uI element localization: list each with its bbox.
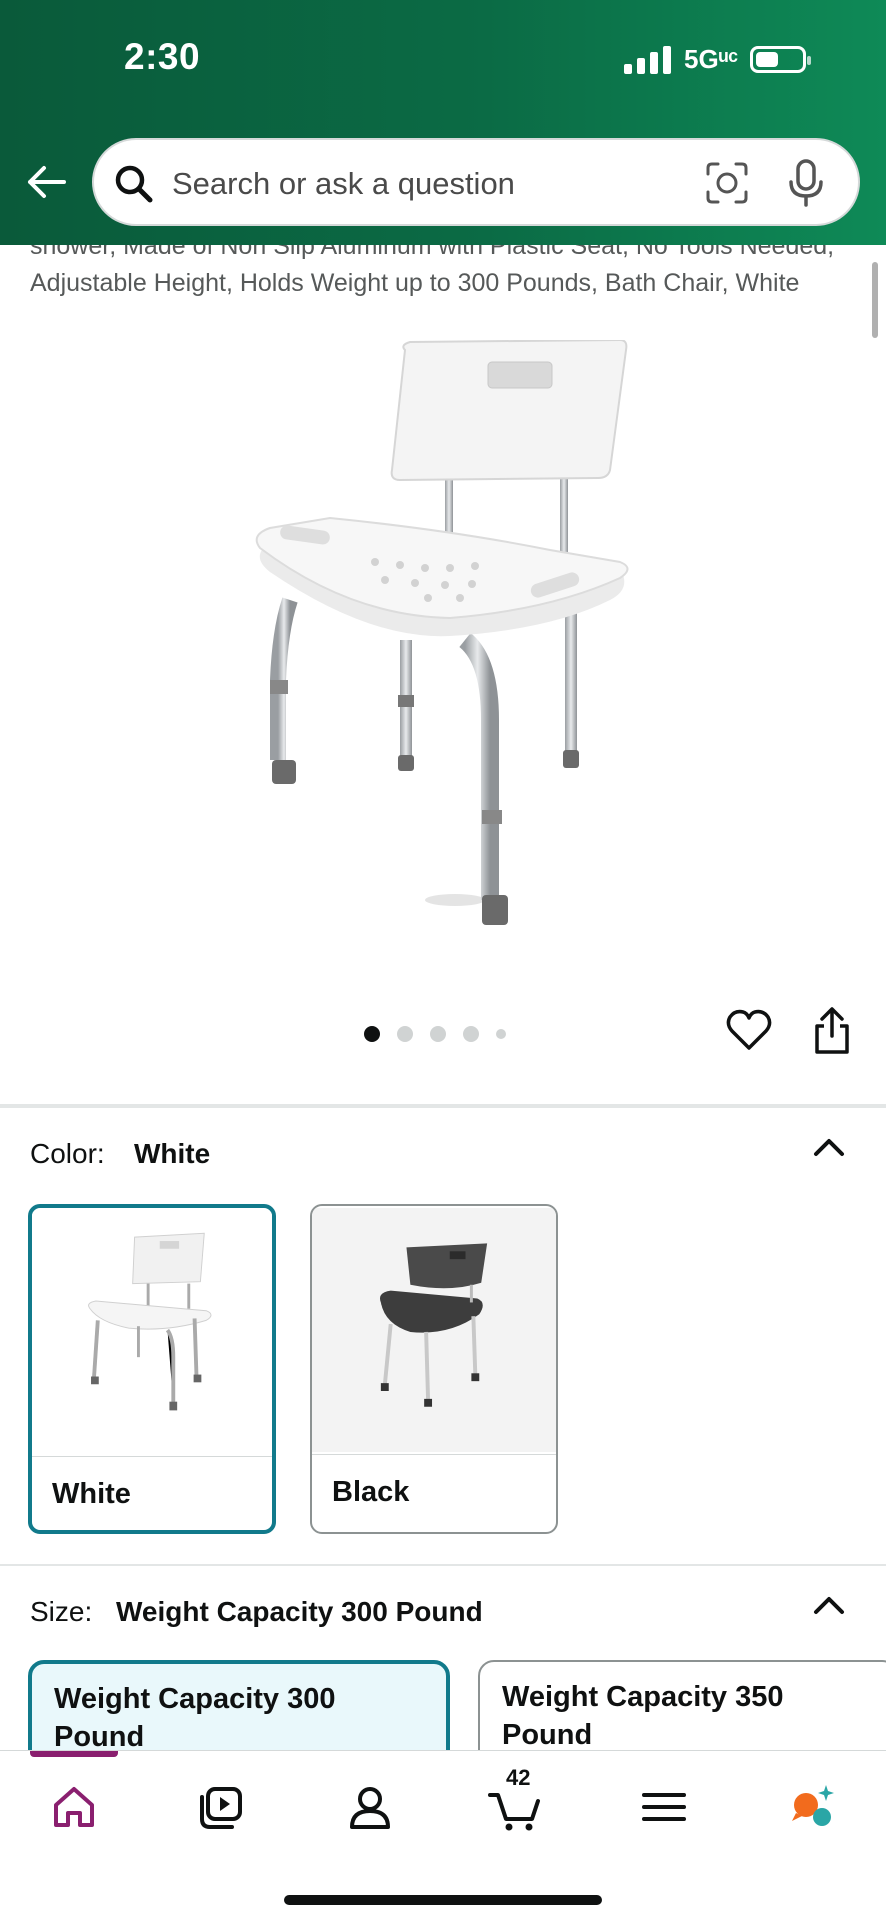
pagination-dot[interactable] xyxy=(496,1029,506,1039)
bottom-nav: 42 xyxy=(0,1750,886,1920)
swatch-separator xyxy=(312,1454,556,1455)
chevron-up-icon[interactable] xyxy=(812,1594,846,1616)
section-divider xyxy=(0,1104,886,1108)
status-time: 2:30 xyxy=(124,36,201,77)
share-icon[interactable] xyxy=(812,1006,852,1056)
pagination-dot[interactable] xyxy=(364,1026,380,1042)
network-label: 5Gᵘᶜ xyxy=(684,44,739,74)
home-indicator xyxy=(284,1895,602,1905)
pagination-dot[interactable] xyxy=(430,1026,446,1042)
swatch-label-black: Black xyxy=(332,1476,410,1508)
product-page: 2:30 5Gᵘᶜ Search or ask a question showe… xyxy=(0,0,886,1920)
swatch-label-white: White xyxy=(52,1478,131,1510)
camera-lens-icon[interactable] xyxy=(704,160,750,206)
product-image[interactable] xyxy=(250,340,640,950)
color-selected-value: White xyxy=(134,1138,211,1169)
pagination-dot[interactable] xyxy=(463,1026,479,1042)
image-pagination[interactable] xyxy=(364,1024,506,1044)
color-label: Color: xyxy=(30,1138,105,1169)
size-option-label: Weight Capacity 350 Pound xyxy=(502,1681,784,1751)
pagination-dot[interactable] xyxy=(397,1026,413,1042)
search-input[interactable]: Search or ask a question xyxy=(172,166,515,202)
microphone-icon[interactable] xyxy=(786,158,826,208)
size-option-label: Weight Capacity 300 Pound xyxy=(54,1683,336,1753)
app-header: 2:30 5Gᵘᶜ Search or ask a question xyxy=(0,0,886,245)
signal-icon xyxy=(624,46,672,74)
swatch-image-black xyxy=(312,1208,556,1452)
rufus-icon[interactable] xyxy=(782,1777,842,1837)
size-label: Size: xyxy=(30,1596,93,1627)
search-bar[interactable]: Search or ask a question xyxy=(92,138,860,226)
video-icon[interactable] xyxy=(192,1777,252,1837)
active-tab-indicator xyxy=(30,1751,118,1757)
size-selected-value: Weight Capacity 300 Pound xyxy=(116,1596,483,1627)
scroll-indicator xyxy=(872,262,878,338)
account-icon[interactable] xyxy=(340,1777,400,1837)
section-divider xyxy=(0,1564,886,1566)
color-swatch-black[interactable]: Black xyxy=(310,1204,558,1534)
chevron-up-icon[interactable] xyxy=(812,1136,846,1158)
home-icon[interactable] xyxy=(44,1777,104,1837)
search-icon xyxy=(115,165,153,203)
color-swatch-white[interactable]: White xyxy=(28,1204,276,1534)
swatch-image-white xyxy=(32,1212,272,1452)
back-arrow-icon[interactable] xyxy=(24,160,68,204)
cart-icon[interactable] xyxy=(486,1777,546,1837)
swatch-separator xyxy=(32,1456,272,1457)
menu-icon[interactable] xyxy=(634,1777,694,1837)
battery-icon xyxy=(750,46,811,73)
heart-icon[interactable] xyxy=(726,1008,772,1054)
